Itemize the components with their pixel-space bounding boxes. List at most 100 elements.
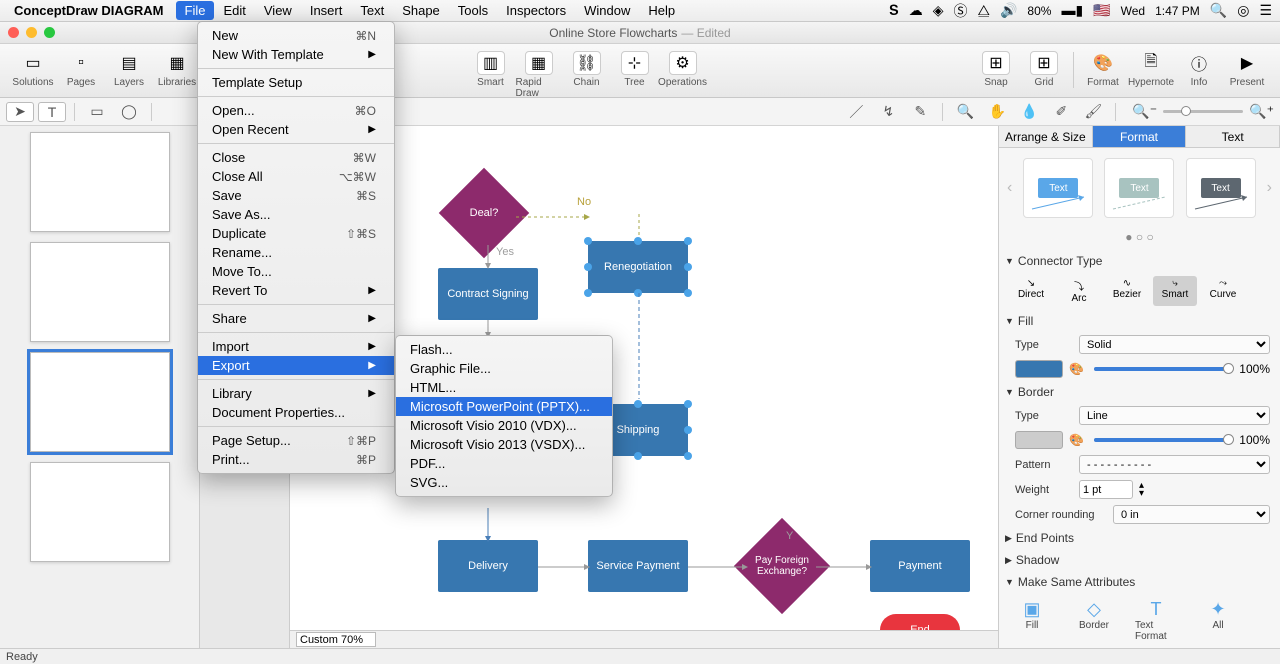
export-menu-pdf-[interactable]: PDF... (396, 454, 612, 473)
file-menu-close[interactable]: Close⌘W (198, 148, 394, 167)
export-menu-html-[interactable]: HTML... (396, 378, 612, 397)
conn-smart[interactable]: ⤷Smart (1153, 276, 1197, 306)
shape-service-payment[interactable]: Service Payment (588, 540, 688, 592)
zoom-slider[interactable] (1163, 110, 1243, 113)
shape-payment[interactable]: Payment (870, 540, 970, 592)
fill-type-select[interactable]: Solid (1079, 335, 1270, 354)
toolbar-ops[interactable]: ⚙Operations (660, 48, 706, 99)
zoom-window[interactable] (44, 27, 55, 38)
s-icon[interactable]: 𝐒 (889, 2, 899, 19)
minimize-window[interactable] (26, 27, 37, 38)
menu-view[interactable]: View (255, 1, 301, 20)
export-menu-microsoft-powerpoint-pptx-[interactable]: Microsoft PowerPoint (PPTX)... (396, 397, 612, 416)
toolbar-pages[interactable]: ▫Pages (58, 48, 104, 88)
msa-all[interactable]: ✦All (1197, 599, 1239, 642)
menu-edit[interactable]: Edit (214, 1, 254, 20)
toolbar-snap[interactable]: ⊞Snap (973, 48, 1019, 88)
file-menu-open-[interactable]: Open...⌘O (198, 101, 394, 120)
export-menu-svg-[interactable]: SVG... (396, 473, 612, 492)
toolbar-solutions[interactable]: ▭Solutions (10, 48, 56, 88)
file-menu-template-setup[interactable]: Template Setup (198, 73, 394, 92)
close-window[interactable] (8, 27, 19, 38)
msa-border[interactable]: ◇Border (1073, 599, 1115, 642)
section-shadow[interactable]: ▶Shadow (999, 549, 1280, 571)
pointer-tool[interactable]: ➤ (6, 102, 34, 122)
file-menu-revert-to[interactable]: Revert To▶ (198, 281, 394, 300)
menu-help[interactable]: Help (639, 1, 684, 20)
pattern-select[interactable]: - - - - - - - - - - (1079, 455, 1270, 474)
toolbar-smart[interactable]: ▥Smart (468, 48, 514, 99)
toolbar-layers[interactable]: ▤Layers (106, 48, 152, 88)
weight-field[interactable] (1079, 480, 1133, 499)
conn-arc[interactable]: ⤵Arc (1057, 276, 1101, 306)
shape-delivery[interactable]: Delivery (438, 540, 538, 592)
shape-fx[interactable]: Pay Foreign Exchange? (748, 532, 816, 600)
flag-icon[interactable]: 🇺🇸 (1093, 2, 1110, 19)
page-thumb-1[interactable] (30, 132, 170, 232)
export-menu-microsoft-visio-vdx-[interactable]: Microsoft Visio 2010 (VDX)... (396, 416, 612, 435)
export-menu-graphic-file-[interactable]: Graphic File... (396, 359, 612, 378)
tab-text[interactable]: Text (1186, 126, 1280, 147)
file-menu-document-properties-[interactable]: Document Properties... (198, 403, 394, 422)
conn-direct[interactable]: ↘Direct (1009, 276, 1053, 306)
toolbar-info[interactable]: ⓘInfo (1176, 48, 1222, 88)
fill-opacity-slider[interactable] (1094, 367, 1229, 371)
dropper-tool[interactable]: 💧 (1015, 102, 1043, 122)
zoom-out-icon[interactable]: 🔍⁻ (1132, 103, 1157, 120)
export-menu-microsoft-visio-vsdx-[interactable]: Microsoft Visio 2013 (VSDX)... (396, 435, 612, 454)
zoom-field[interactable] (296, 632, 376, 647)
file-menu-save[interactable]: Save⌘S (198, 186, 394, 205)
file-menu-open-recent[interactable]: Open Recent▶ (198, 120, 394, 139)
line-tool[interactable]: ／ (842, 102, 870, 122)
shape-deal[interactable]: Deal? (452, 181, 516, 245)
connector-tool[interactable]: ↯ (874, 102, 902, 122)
file-menu-import[interactable]: Import▶ (198, 337, 394, 356)
border-color[interactable] (1015, 431, 1063, 449)
file-menu-new[interactable]: New⌘N (198, 26, 394, 45)
menu-text[interactable]: Text (351, 1, 393, 20)
shape-end[interactable]: End (880, 614, 960, 630)
menu-window[interactable]: Window (575, 1, 639, 20)
section-fill[interactable]: ▼Fill (999, 310, 1280, 332)
rect-shape[interactable]: ▭ (83, 102, 111, 122)
border-type-select[interactable]: Line (1079, 406, 1270, 425)
battery-pct[interactable]: 80% (1027, 4, 1051, 18)
toolbar-grid[interactable]: ⊞Grid (1021, 48, 1067, 88)
tab-format[interactable]: Format (1093, 126, 1187, 147)
toolbar-rapid[interactable]: ▦Rapid Draw (516, 48, 562, 99)
toolbar-chain[interactable]: ⛓Chain (564, 48, 610, 99)
brush-tool[interactable]: ✐ (1047, 102, 1075, 122)
msa-text[interactable]: TText Format (1135, 599, 1177, 642)
style-page-dots[interactable]: ● ○ ○ (999, 228, 1280, 250)
spotlight-icon[interactable]: 🔍 (1210, 2, 1227, 19)
clock-day[interactable]: Wed (1121, 4, 1145, 18)
menu-shape[interactable]: Shape (393, 1, 449, 20)
hand-tool[interactable]: ✋ (983, 102, 1011, 122)
file-menu-new-with-template[interactable]: New With Template▶ (198, 45, 394, 64)
toolbar-present[interactable]: ▶Present (1224, 48, 1270, 88)
file-menu-export[interactable]: Export▶ (198, 356, 394, 375)
diamond-icon[interactable]: ◈ (933, 2, 944, 19)
page-thumb-2[interactable] (30, 242, 170, 342)
file-menu-duplicate[interactable]: Duplicate⇧⌘S (198, 224, 394, 243)
border-colorwheel-icon[interactable]: 🎨 (1069, 433, 1084, 447)
paint-tool[interactable]: 🖌 (1079, 102, 1107, 122)
menu-inspectors[interactable]: Inspectors (497, 1, 575, 20)
file-menu-share[interactable]: Share▶ (198, 309, 394, 328)
section-connector[interactable]: ▼Connector Type (999, 250, 1280, 272)
style-card-2[interactable]: Text (1104, 158, 1174, 218)
section-msa[interactable]: ▼Make Same Attributes (999, 571, 1280, 593)
page-thumb-4[interactable] (30, 462, 170, 562)
toolbar-tree[interactable]: ⊹Tree (612, 48, 658, 99)
section-endpoints[interactable]: ▶End Points (999, 527, 1280, 549)
ellipse-shape[interactable]: ◯ (115, 102, 143, 122)
shape-renegotiation[interactable]: Renegotiation (588, 241, 688, 293)
file-menu-save-as-[interactable]: Save As... (198, 205, 394, 224)
border-opacity-slider[interactable] (1094, 438, 1229, 442)
msa-fill[interactable]: ▣Fill (1011, 599, 1053, 642)
zoom-in-icon[interactable]: 🔍⁺ (1249, 103, 1274, 120)
sound-icon[interactable]: 🔊 (1000, 2, 1017, 19)
zoom-tool[interactable]: 🔍 (951, 102, 979, 122)
clock-time[interactable]: 1:47 PM (1155, 4, 1200, 18)
highlight-tool[interactable]: ✎ (906, 102, 934, 122)
